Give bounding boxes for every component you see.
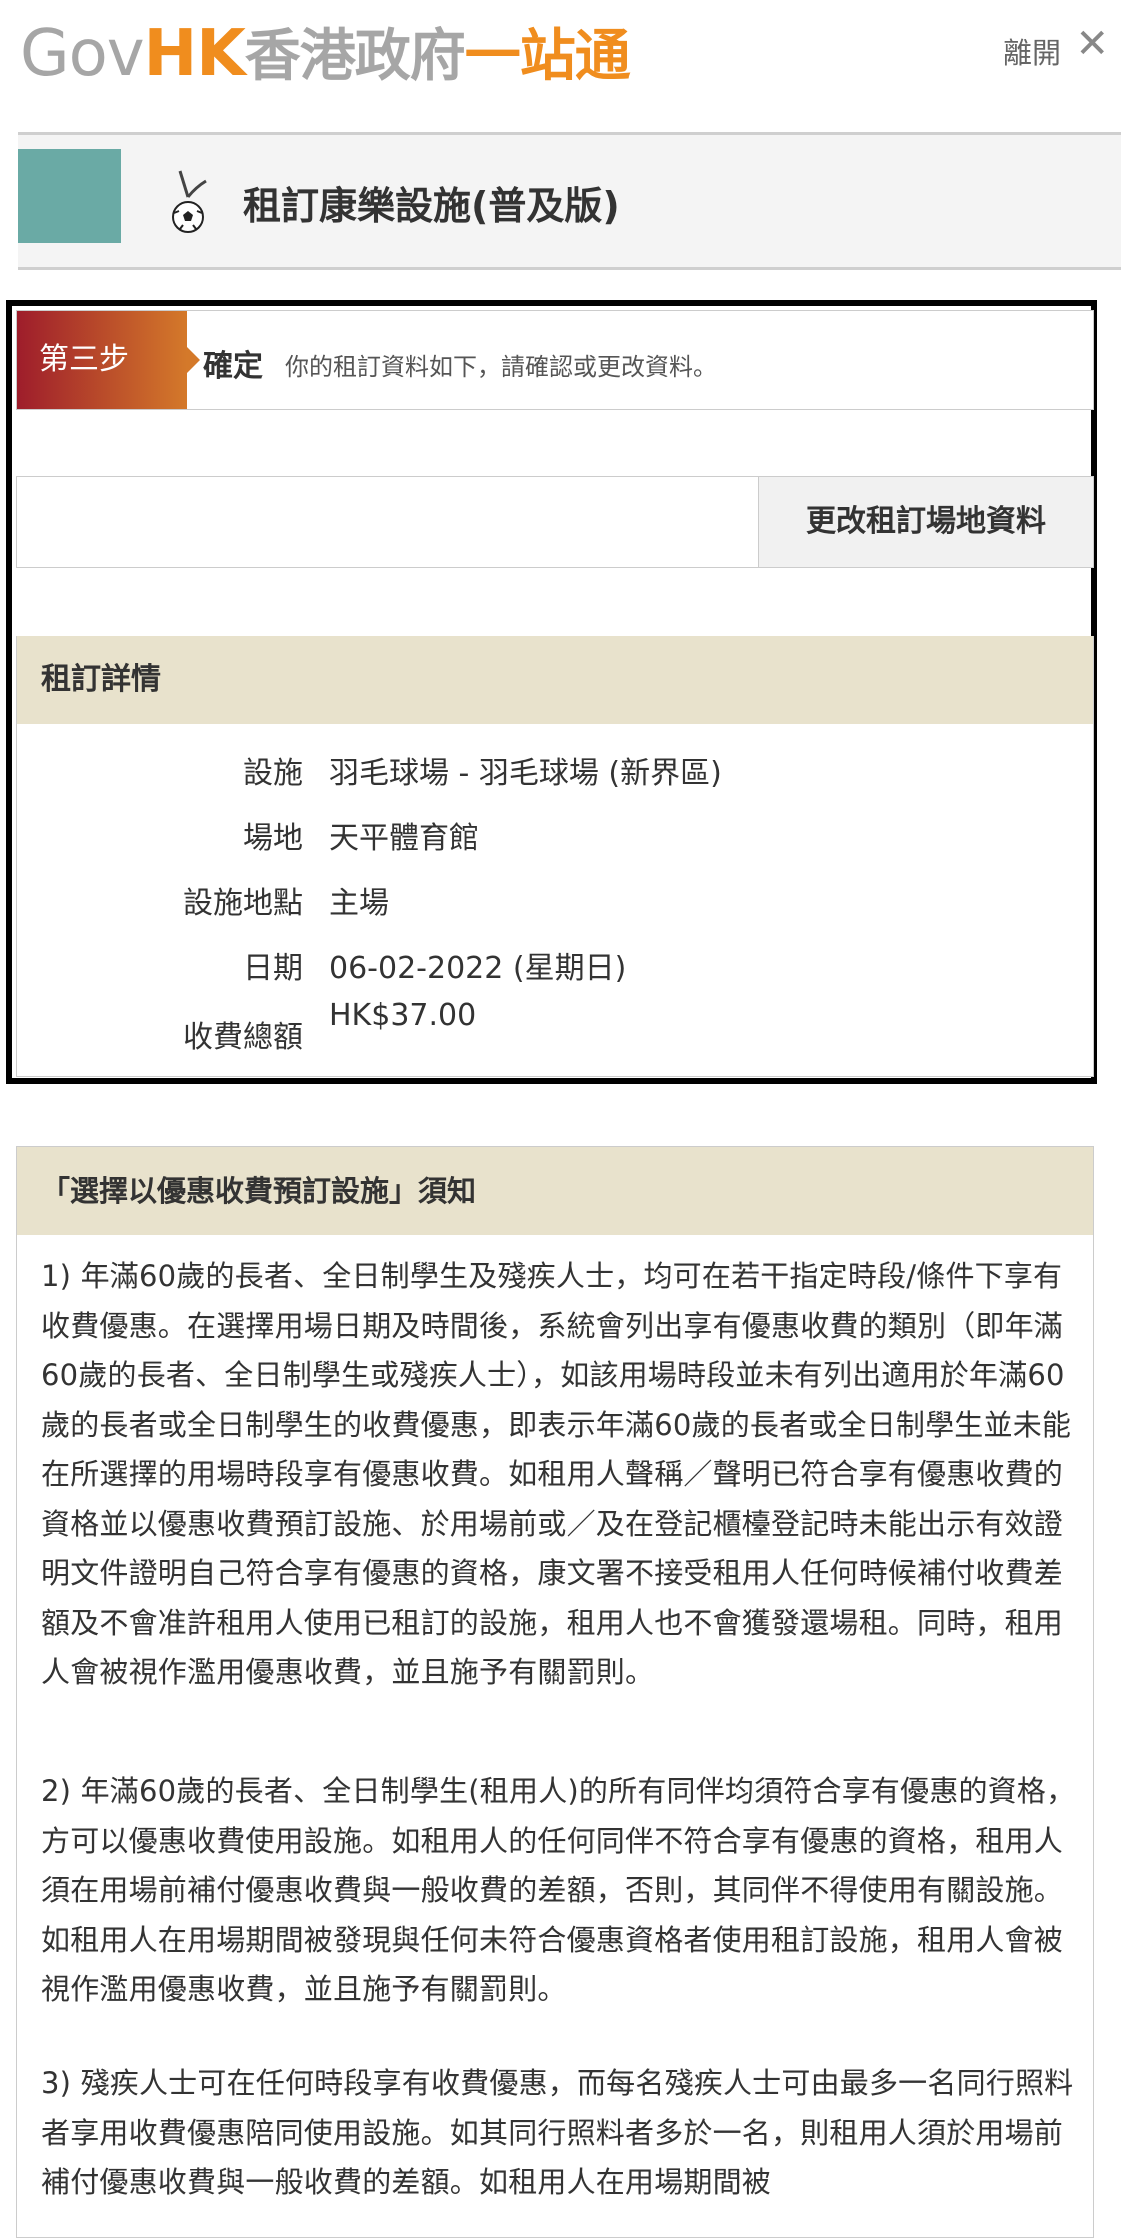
change-bar: 更改租訂場地資料 [16, 476, 1094, 568]
logo-gov-text: Gov [20, 17, 145, 91]
detail-row-venue: 場地 天平體育館 [17, 813, 1093, 863]
detail-row-date: 日期 06-02-2022 (星期日) [17, 943, 1093, 993]
detail-row-facility: 設施 羽毛球場 - 羽毛球場 (新界區) [17, 748, 1093, 798]
notice-paragraph-2: 2) 年滿60歲的長者、全日制學生(租用人)的所有同伴均須符合享有優惠的資格，方… [41, 1774, 1076, 2006]
site-header: GovHK香港政府一站通 離開 ✕ [0, 0, 1121, 110]
concession-notice-panel: 「選擇以優惠收費預訂設施」須知 1) 年滿60歲的長者、全日制學生及殘疾人士，均… [16, 1146, 1094, 2238]
logo-zh-text: 香港政府 [244, 24, 466, 89]
detail-row-location: 設施地點 主場 [17, 878, 1093, 928]
change-booking-button[interactable]: 更改租訂場地資料 [758, 477, 1093, 567]
detail-value: 06-02-2022 (星期日) [329, 951, 627, 986]
step-name: 確定 [203, 349, 263, 384]
logo-zh2-text: 一站通 [464, 24, 631, 89]
title-accent-block [18, 149, 121, 243]
booking-details-heading: 租訂詳情 [17, 636, 1093, 724]
detail-label: 設施地點 [183, 886, 303, 921]
detail-row-total: 收費總額 HK$37.00 [17, 998, 1093, 1055]
notice-paragraph-3: 3) 殘疾人士可在任何時段享有收費優惠，而每名殘疾人士可由最多一名同行照料者享用… [41, 2066, 1074, 2199]
detail-value: 天平體育館 [329, 821, 479, 856]
leave-link[interactable]: 離開 [1003, 30, 1061, 72]
page-title: 租訂康樂設施(普及版) [243, 184, 620, 228]
page-title-bar: 租訂康樂設施(普及版) [18, 132, 1121, 270]
detail-value: 主場 [329, 886, 389, 921]
step-badge: 第三步 [17, 311, 187, 409]
step-indicator: 第三步 確定 你的租訂資料如下，請確認或更改資料。 [16, 310, 1094, 410]
detail-value: 羽毛球場 - 羽毛球場 (新界區) [329, 756, 722, 791]
govhk-logo[interactable]: GovHK香港政府一站通 [20, 6, 631, 105]
logo-hk-text: HK [143, 17, 246, 91]
detail-label: 日期 [243, 951, 303, 986]
notice-paragraph-1: 1) 年滿60歲的長者、全日制學生及殘疾人士，均可在若干指定時段/條件下享有收費… [41, 1259, 1072, 1689]
detail-label: 設施 [243, 756, 303, 791]
notice-heading: 「選擇以優惠收費預訂設施」須知 [17, 1147, 1093, 1235]
close-icon[interactable]: ✕ [1075, 22, 1109, 66]
detail-label: 收費總額 [183, 1020, 303, 1055]
step-arrow-icon [187, 347, 200, 373]
soccer-ball-icon [172, 170, 207, 233]
detail-label: 場地 [243, 821, 303, 856]
booking-details-panel: 租訂詳情 設施 羽毛球場 - 羽毛球場 (新界區) 場地 天平體育館 設施地點 … [16, 636, 1094, 1077]
step-description: 你的租訂資料如下，請確認或更改資料。 [285, 353, 717, 381]
detail-value: HK$37.00 [329, 998, 477, 1033]
